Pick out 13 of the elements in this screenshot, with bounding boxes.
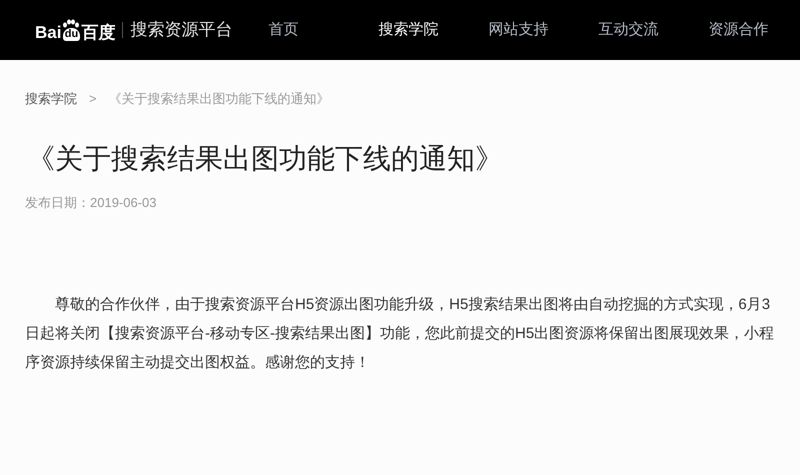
nav-link[interactable]: 首页 bbox=[268, 18, 332, 42]
nav-link[interactable]: 资源合作 bbox=[708, 18, 772, 42]
nav-link[interactable]: 搜索学院 bbox=[378, 18, 442, 42]
platform-name: 搜索资源平台 bbox=[130, 19, 232, 42]
nav-link[interactable]: 网站支持 bbox=[488, 18, 552, 42]
publish-date: 发布日期：2019-06-03 bbox=[25, 194, 158, 212]
nav-link[interactable]: 互动交流 bbox=[598, 18, 662, 42]
baidu-logo[interactable]: Bai du 百度 bbox=[35, 19, 116, 41]
breadcrumb-link[interactable]: 搜索学院 bbox=[25, 89, 77, 108]
breadcrumb-separator: > bbox=[89, 90, 97, 108]
article-paragraph: 尊敬的合作伙伴，由于搜索资源平台H5资源出图功能升级，H5搜索结果出图将由自动挖掘的方式实现，6月3日起将关闭【搜索资源平台-移动专区-搜索结果出图】功能，您此前提交的H5出图资源将保留出图展现效果，小程序资源持续保留主动提交出图权益。感谢您的支持！ bbox=[25, 295, 776, 373]
paw-icon bbox=[62, 19, 80, 29]
article-title: 《关于搜索结果出图功能下线的通知》 bbox=[27, 142, 504, 176]
